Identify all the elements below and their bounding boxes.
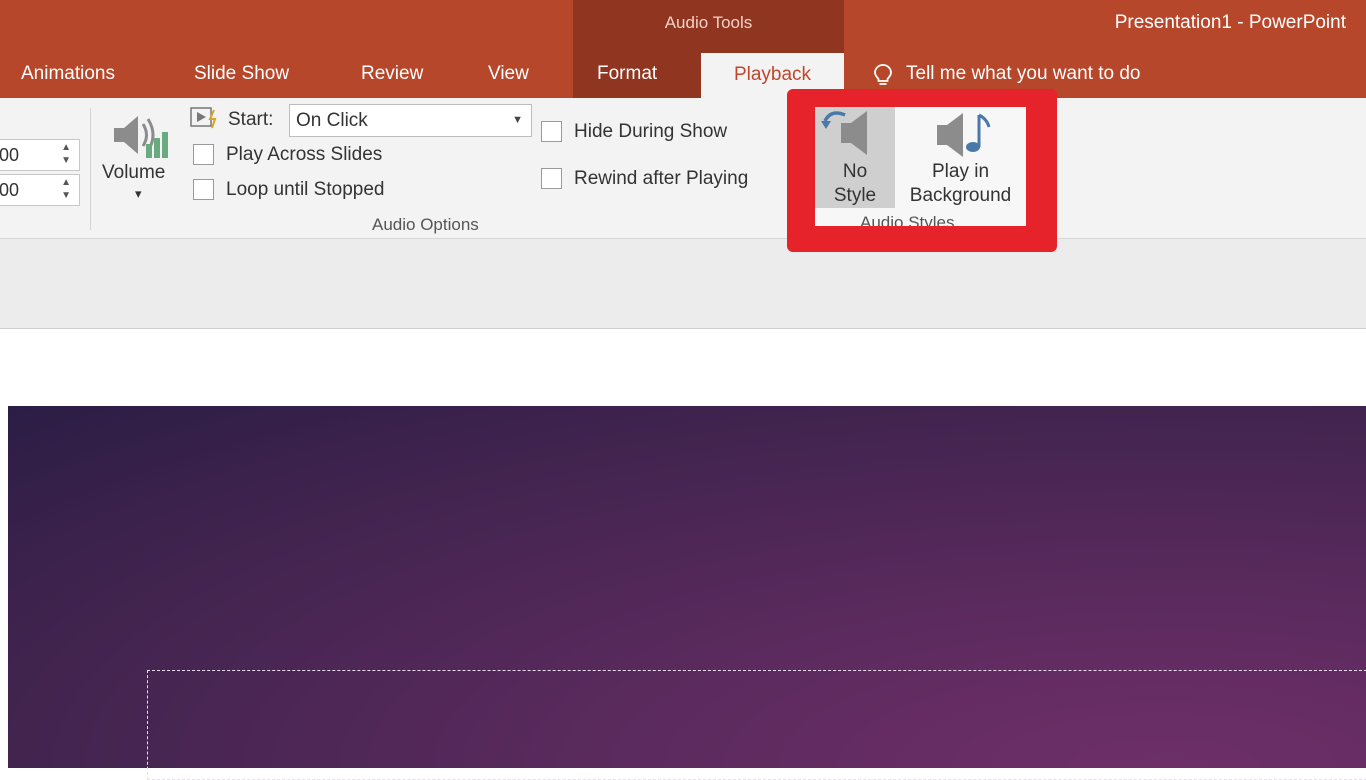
fade-in-spinner[interactable]: 00 ▲ ▼ (0, 139, 80, 171)
hide-during-show-label[interactable]: Hide During Show (574, 121, 727, 143)
chevron-down-icon: ▾ (135, 186, 142, 201)
group-divider (90, 108, 91, 230)
no-style-label-line1: No (842, 161, 868, 182)
contextual-group-label: Audio Tools (664, 13, 753, 32)
fade-in-value: 00 (0, 145, 20, 165)
tab-format[interactable]: Format (597, 63, 657, 85)
audio-options-group-label: Audio Options (372, 215, 479, 234)
play-in-background-button[interactable]: Play in Background (897, 107, 1024, 208)
no-style-speaker-icon (821, 111, 867, 155)
play-across-slides-label[interactable]: Play Across Slides (226, 144, 382, 166)
spin-down-icon[interactable]: ▼ (61, 190, 71, 201)
no-style-label: No Style (815, 160, 895, 208)
hide-during-show-checkbox[interactable] (541, 121, 562, 142)
spin-up-icon[interactable]: ▲ (61, 177, 71, 188)
tell-me-text: Tell me what you want to do (906, 63, 1141, 84)
fade-out-value: 00 (0, 180, 20, 200)
spin-up-icon[interactable]: ▲ (61, 142, 71, 153)
title-placeholder[interactable] (147, 670, 1366, 780)
rewind-after-playing-label[interactable]: Rewind after Playing (574, 168, 748, 190)
volume-label: Volume (102, 162, 166, 183)
ribbon-lower-area (0, 239, 1366, 329)
start-label: Start: (228, 109, 274, 130)
chevron-down-icon: ▼ (512, 114, 523, 126)
no-style-button[interactable]: No Style (815, 107, 895, 208)
start-icon (190, 107, 217, 129)
rewind-after-playing-checkbox[interactable] (541, 168, 562, 189)
start-value: On Click (296, 110, 368, 131)
loop-until-stopped-label[interactable]: Loop until Stopped (226, 179, 384, 201)
play-in-background-label: Play in Background (897, 160, 1024, 208)
speaker-volume-icon (114, 116, 168, 158)
fade-out-spinner[interactable]: 00 ▲ ▼ (0, 174, 80, 206)
tab-view[interactable]: View (488, 63, 529, 85)
no-style-label-line2: Style (833, 185, 877, 206)
audio-styles-label-clip: Audio Styles (815, 213, 1026, 226)
play-across-slides-checkbox[interactable] (193, 144, 214, 165)
start-dropdown[interactable]: On Click ▼ (289, 104, 532, 137)
document-title: Presentation1 - PowerPoint (1114, 12, 1346, 33)
play-in-background-label-line2: Background (909, 185, 1012, 206)
audio-styles-group-label: Audio Styles (860, 213, 955, 226)
tab-review[interactable]: Review (361, 63, 423, 85)
tab-slide-show[interactable]: Slide Show (194, 63, 289, 85)
spin-down-icon[interactable]: ▼ (61, 155, 71, 166)
tab-animations[interactable]: Animations (21, 63, 115, 85)
lightbulb-icon (874, 64, 892, 85)
volume-button[interactable]: Volume ▾ (100, 108, 184, 206)
loop-until-stopped-checkbox[interactable] (193, 179, 214, 200)
play-in-background-label-line1: Play in (931, 161, 990, 182)
speaker-music-note-icon (937, 113, 991, 157)
